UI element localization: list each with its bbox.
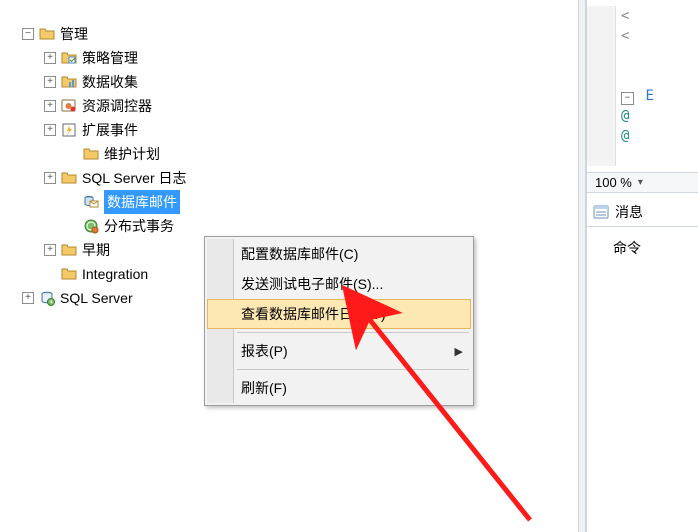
object-explorer-tree[interactable]: − 管理 + 策略管理 + 数据收集 + 资源调控器 + 扩展事件 — [22, 22, 187, 310]
code-text: < — [621, 28, 629, 44]
zoom-dropdown[interactable]: 100 % ▾ — [587, 172, 698, 193]
dropdown-arrow-icon: ▾ — [638, 177, 643, 188]
panel-splitter[interactable] — [578, 0, 586, 532]
expand-placeholder — [44, 268, 56, 280]
menu-item-label: 发送测试电子邮件(S)... — [241, 274, 383, 294]
tree-item-label: 维护计划 — [104, 143, 160, 165]
tree-item-label: 早期 — [82, 239, 110, 261]
code-text: @ — [621, 108, 629, 124]
tree-item-extended-events[interactable]: + 扩展事件 — [22, 118, 187, 142]
code-text: @ — [621, 128, 629, 144]
zoom-value: 100 % — [595, 175, 632, 190]
tree-item-sql-server-agent[interactable]: + SQL Server — [22, 286, 187, 310]
results-tabs[interactable]: 消息 — [587, 198, 698, 227]
tab-messages[interactable]: 消息 — [615, 202, 643, 222]
folder-icon — [60, 266, 78, 282]
tree-item-sql-server-logs[interactable]: + SQL Server 日志 — [22, 166, 187, 190]
expand-icon[interactable]: + — [44, 172, 56, 184]
tree-item-label: 分布式事务 — [104, 215, 174, 237]
extended-events-icon — [60, 122, 78, 138]
dtc-icon — [82, 218, 100, 234]
tree-item-label: 扩展事件 — [82, 119, 138, 141]
folder-icon — [60, 242, 78, 258]
collapse-icon[interactable]: − — [22, 28, 34, 40]
expand-icon[interactable]: + — [22, 292, 34, 304]
tree-item-policy-management[interactable]: + 策略管理 — [22, 46, 187, 70]
menu-item-configure-database-mail[interactable]: 配置数据库邮件(C) — [207, 239, 471, 269]
folder-icon — [82, 146, 100, 162]
menu-item-refresh[interactable]: 刷新(F) — [207, 373, 471, 403]
tree-item-database-mail[interactable]: 数据库邮件 — [22, 190, 187, 214]
menu-item-reports[interactable]: 报表(P) ▶ — [207, 336, 471, 366]
code-text: < — [621, 8, 629, 24]
context-menu[interactable]: 配置数据库邮件(C) 发送测试电子邮件(S)... 查看数据库邮件日志(V) 报… — [204, 236, 474, 406]
code-fold-icon[interactable]: − — [621, 92, 634, 105]
tree-item-label: 管理 — [60, 23, 88, 45]
data-collection-icon — [60, 74, 78, 90]
expand-icon[interactable]: + — [44, 52, 56, 64]
code-editor-preview[interactable]: < < − E @ @ — [587, 6, 698, 146]
tree-item-integration-services[interactable]: Integration — [22, 262, 187, 286]
menu-item-view-database-mail-log[interactable]: 查看数据库邮件日志(V) — [207, 299, 471, 329]
database-mail-icon — [82, 194, 100, 210]
resource-governor-icon — [60, 98, 78, 114]
folder-icon — [60, 170, 78, 186]
menu-separator — [237, 369, 469, 370]
tree-item-label: 资源调控器 — [82, 95, 152, 117]
submenu-arrow-icon: ▶ — [455, 345, 463, 358]
tree-item-label: SQL Server — [60, 287, 133, 309]
expand-icon[interactable]: + — [44, 244, 56, 256]
code-text: E — [645, 88, 653, 104]
expand-icon[interactable]: + — [44, 76, 56, 88]
extra-label: 命令 — [587, 234, 698, 262]
expand-icon[interactable]: + — [44, 124, 56, 136]
policy-icon — [60, 50, 78, 66]
sql-agent-icon — [38, 290, 56, 306]
tree-item-label: Integration — [82, 263, 148, 285]
tree-item-label: SQL Server 日志 — [82, 167, 187, 189]
expand-placeholder — [66, 196, 78, 208]
expand-placeholder — [66, 148, 78, 160]
menu-item-send-test-email[interactable]: 发送测试电子邮件(S)... — [207, 269, 471, 299]
messages-icon — [593, 204, 609, 220]
tree-item-label: 策略管理 — [82, 47, 138, 69]
tree-item-management[interactable]: − 管理 — [22, 22, 187, 46]
tree-item-label: 数据收集 — [82, 71, 138, 93]
expand-icon[interactable]: + — [44, 100, 56, 112]
menu-item-label: 刷新(F) — [241, 378, 287, 398]
menu-item-label: 配置数据库邮件(C) — [241, 244, 358, 264]
tree-item-resource-governor[interactable]: + 资源调控器 — [22, 94, 187, 118]
tree-item-maintenance-plans[interactable]: 维护计划 — [22, 142, 187, 166]
menu-separator — [237, 332, 469, 333]
extra-label-text: 命令 — [613, 240, 641, 256]
folder-icon — [38, 26, 56, 42]
tree-item-label: 数据库邮件 — [104, 190, 180, 214]
expand-placeholder — [66, 220, 78, 232]
tree-item-data-collection[interactable]: + 数据收集 — [22, 70, 187, 94]
tree-item-distributed-transaction[interactable]: 分布式事务 — [22, 214, 187, 238]
menu-item-label: 报表(P) — [241, 341, 288, 361]
editor-results-panel: < < − E @ @ 100 % ▾ 消息 命令 — [578, 0, 698, 532]
tree-item-legacy[interactable]: + 早期 — [22, 238, 187, 262]
menu-item-label: 查看数据库邮件日志(V) — [241, 304, 386, 324]
